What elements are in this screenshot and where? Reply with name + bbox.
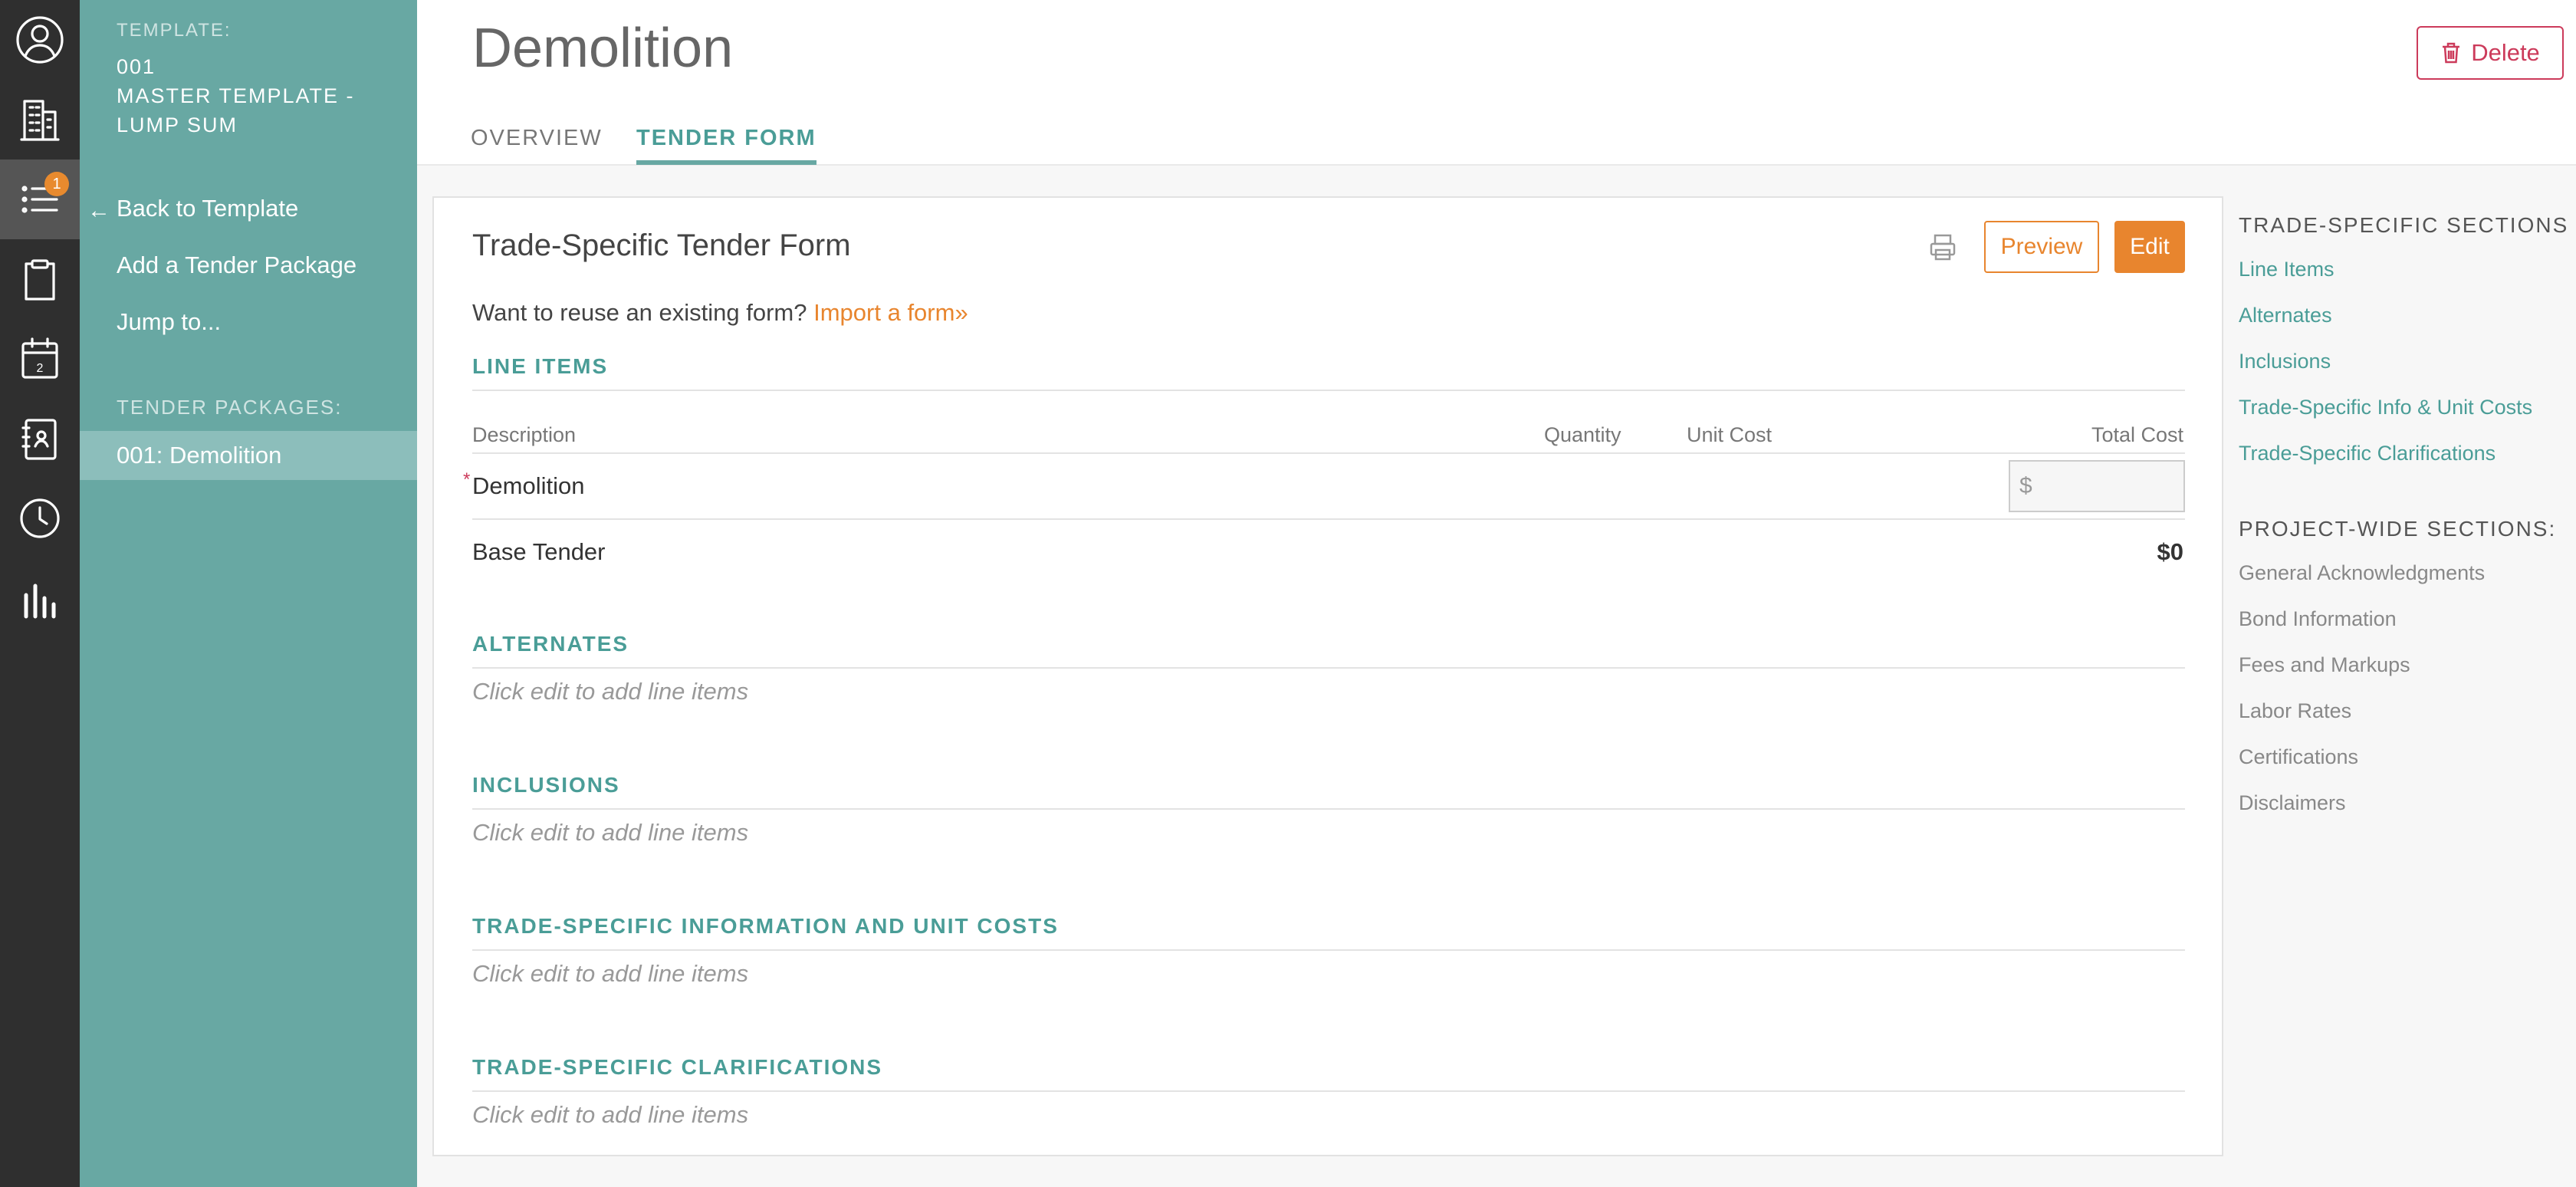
alternates-placeholder: Click edit to add line items bbox=[472, 678, 749, 705]
nav-link-disclaimers[interactable]: Disclaimers bbox=[2239, 791, 2346, 815]
delete-label: Delete bbox=[2471, 39, 2540, 66]
nav-link-alternates[interactable]: Alternates bbox=[2239, 304, 2332, 327]
inclusions-placeholder: Click edit to add line items bbox=[472, 819, 749, 846]
reuse-prompt: Want to reuse an existing form? Import a… bbox=[472, 299, 968, 327]
nav-link-labor-rates[interactable]: Labor Rates bbox=[2239, 699, 2351, 723]
nav-link-certifications[interactable]: Certifications bbox=[2239, 745, 2358, 769]
alternates-heading: ALTERNATES bbox=[472, 632, 2185, 669]
tab-tender-form[interactable]: TENDER FORM bbox=[636, 126, 816, 165]
tender-packages-label: TENDER PACKAGES: bbox=[117, 396, 343, 419]
rail-projects[interactable] bbox=[0, 80, 80, 159]
notification-badge: 1 bbox=[44, 172, 69, 196]
total-cost-input[interactable]: $ bbox=[2009, 460, 2185, 512]
contact-book-icon bbox=[21, 419, 57, 460]
base-tender-value: $0 bbox=[2157, 538, 2183, 565]
nav-link-fees-markups[interactable]: Fees and Markups bbox=[2239, 653, 2410, 677]
add-tender-package-link[interactable]: Add a Tender Package bbox=[117, 252, 356, 279]
edit-button[interactable]: Edit bbox=[2114, 221, 2185, 273]
column-unit-cost: Unit Cost bbox=[1687, 423, 1773, 446]
tender-form-card: Trade-Specific Tender Form Preview Edit … bbox=[432, 196, 2223, 1156]
svg-text:2: 2 bbox=[37, 362, 44, 375]
delete-button[interactable]: Delete bbox=[2417, 26, 2564, 80]
column-quantity: Quantity bbox=[1544, 423, 1622, 446]
print-icon[interactable] bbox=[1927, 232, 1958, 262]
form-title: Trade-Specific Tender Form bbox=[472, 229, 851, 262]
nav-link-trade-info[interactable]: Trade-Specific Info & Unit Costs bbox=[2239, 396, 2532, 419]
nav-link-bond-information[interactable]: Bond Information bbox=[2239, 607, 2397, 631]
page-header: Demolition OVERVIEW TENDER FORM Delete bbox=[417, 0, 2576, 166]
reuse-text: Want to reuse an existing form? bbox=[472, 299, 807, 326]
bar-chart-icon bbox=[24, 584, 56, 619]
line-items-heading: LINE ITEMS bbox=[472, 354, 2185, 391]
trash-icon bbox=[2443, 42, 2460, 64]
rail-history[interactable] bbox=[0, 478, 80, 558]
column-total-cost: Total Cost bbox=[2091, 423, 2183, 446]
icon-rail: 1 2 bbox=[0, 0, 80, 1187]
tab-overview[interactable]: OVERVIEW bbox=[471, 126, 603, 160]
column-description: Description bbox=[472, 423, 577, 446]
template-sidebar: TEMPLATE: 001 MASTER TEMPLATE - LUMP SUM… bbox=[80, 0, 417, 1187]
rail-calendar[interactable]: 2 bbox=[0, 319, 80, 399]
trade-sections-heading: TRADE-SPECIFIC SECTIONS bbox=[2239, 213, 2569, 237]
template-label: TEMPLATE: bbox=[117, 20, 232, 41]
template-name: 001 MASTER TEMPLATE - LUMP SUM bbox=[117, 52, 408, 140]
arrow-left-icon: ← bbox=[87, 198, 110, 223]
clarifications-heading: TRADE-SPECIFIC CLARIFICATIONS bbox=[472, 1055, 2185, 1092]
required-marker: * bbox=[463, 469, 471, 490]
trade-info-heading: TRADE-SPECIFIC INFORMATION AND UNIT COST… bbox=[472, 914, 2185, 951]
project-sections-heading: PROJECT-WIDE SECTIONS: bbox=[2239, 517, 2557, 541]
line-item-description: Demolition bbox=[472, 472, 585, 499]
inclusions-heading: INCLUSIONS bbox=[472, 773, 2185, 810]
jump-to-link[interactable]: Jump to... bbox=[117, 308, 221, 336]
table-divider bbox=[472, 452, 2185, 454]
clock-icon bbox=[20, 498, 60, 538]
rail-profile[interactable] bbox=[0, 0, 80, 80]
building-icon bbox=[20, 100, 60, 141]
nav-link-line-items[interactable]: Line Items bbox=[2239, 258, 2334, 281]
rail-directory[interactable] bbox=[0, 399, 80, 478]
rail-clipboard[interactable] bbox=[0, 239, 80, 319]
calendar-icon: 2 bbox=[21, 337, 58, 379]
clipboard-icon bbox=[25, 259, 55, 301]
rail-reports[interactable] bbox=[0, 558, 80, 638]
import-form-link[interactable]: Import a form» bbox=[813, 299, 968, 326]
template-number: 001 bbox=[117, 55, 156, 78]
preview-button[interactable]: Preview bbox=[1984, 221, 2099, 273]
base-tender-label: Base Tender bbox=[472, 538, 606, 565]
sidebar-item-demolition[interactable]: 001: Demolition bbox=[80, 431, 417, 480]
page-title: Demolition bbox=[472, 18, 734, 79]
clarifications-placeholder: Click edit to add line items bbox=[472, 1101, 749, 1128]
trade-info-placeholder: Click edit to add line items bbox=[472, 960, 749, 987]
nav-link-trade-clarifications[interactable]: Trade-Specific Clarifications bbox=[2239, 442, 2496, 465]
nav-link-inclusions[interactable]: Inclusions bbox=[2239, 350, 2331, 373]
rail-tenders[interactable]: 1 bbox=[0, 159, 80, 239]
table-divider bbox=[472, 518, 2185, 520]
nav-link-general-acknowledgments[interactable]: General Acknowledgments bbox=[2239, 561, 2485, 585]
template-title: MASTER TEMPLATE - LUMP SUM bbox=[117, 84, 355, 136]
user-icon bbox=[16, 16, 64, 64]
back-to-template-link[interactable]: Back to Template bbox=[117, 195, 298, 222]
